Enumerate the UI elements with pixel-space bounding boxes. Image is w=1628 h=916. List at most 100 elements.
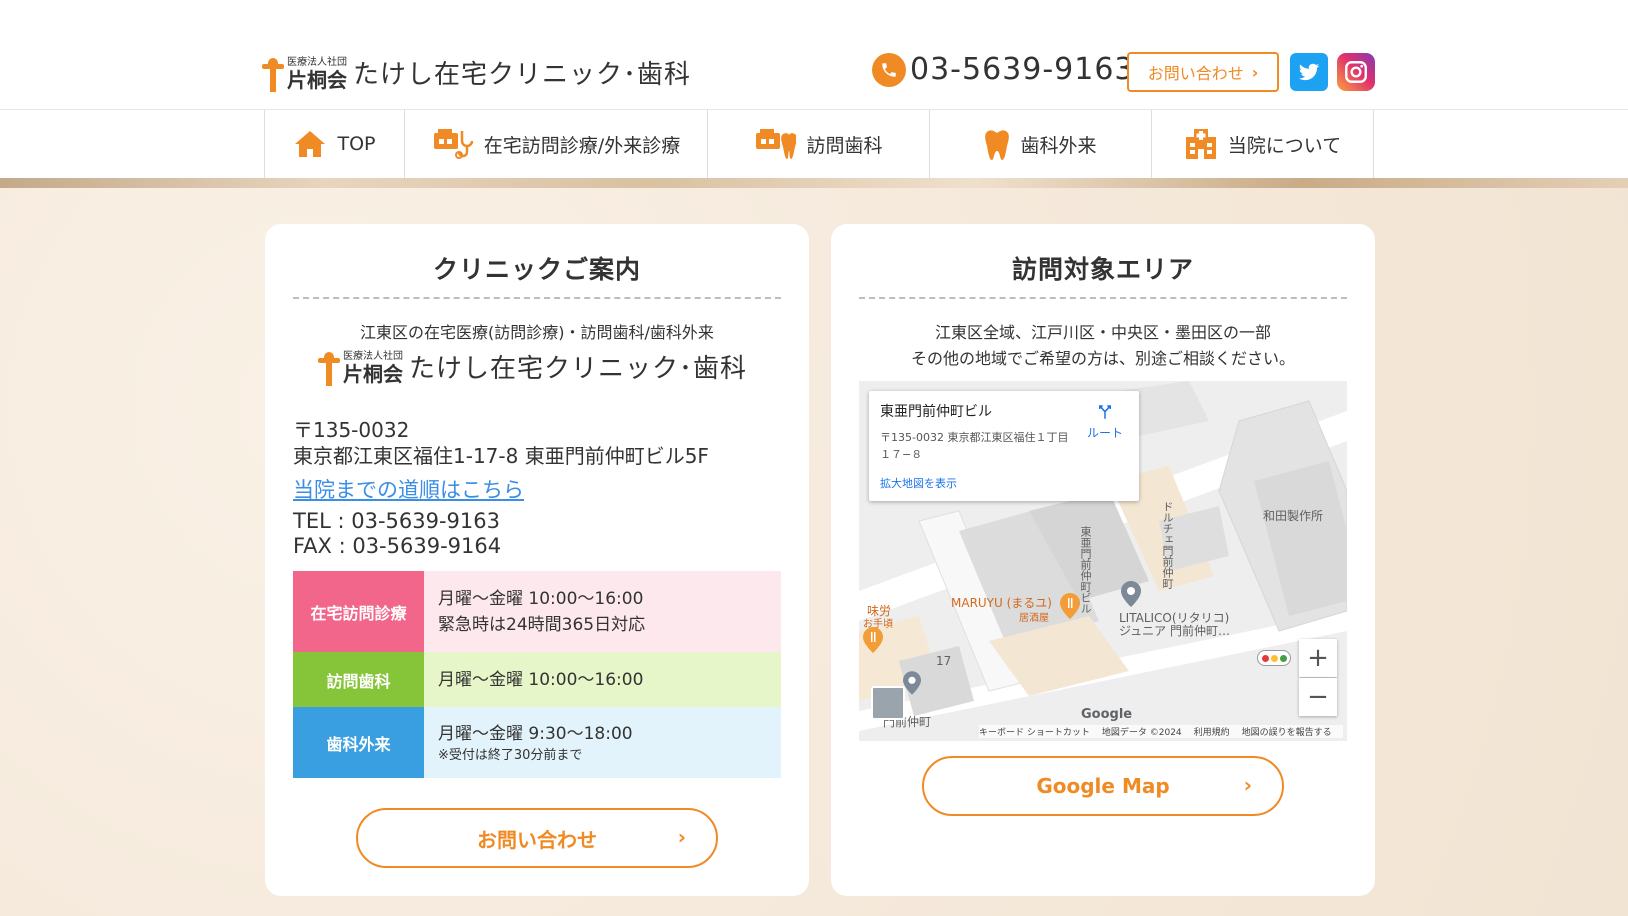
schedule-hours: 月曜～金曜 10:00～16:00 <box>438 669 644 690</box>
schedule-value: 月曜～金曜 9:30～18:00 ※受付は終了30分前まで <box>424 707 781 778</box>
map-label: 17 <box>936 654 952 668</box>
schedule-hours: 月曜～金曜 9:30～18:00 <box>438 723 633 744</box>
chevron-right-icon: › <box>1251 62 1259 82</box>
logo-corp-block: 医療法人社団 片桐会 <box>343 351 403 386</box>
map-zoom-in-button[interactable]: + <box>1299 639 1337 677</box>
address: 東京都江東区福住1-17-8 東亜門前仲町ビル5F <box>293 444 709 468</box>
schedule-row: 在宅訪問診療 月曜～金曜 10:00～16:00 緊急時は24時間365日対応 <box>293 571 781 652</box>
restaurant-pin-icon[interactable] <box>863 627 883 657</box>
phone-number: 03-5639-9163 <box>910 52 1135 87</box>
logo-mark-icon <box>318 352 340 386</box>
map-place-address: 〒135-0032 東京都江東区福住１丁目１７−８ <box>880 431 1069 461</box>
map-route-button[interactable]: ルート <box>1087 403 1123 441</box>
place-pin-icon[interactable] <box>1121 581 1141 611</box>
schedule-row: 歯科外来 月曜～金曜 9:30～18:00 ※受付は終了30分前まで <box>293 707 781 778</box>
area-line-2: その他の地域でご希望の方は、別途ご相談ください。 <box>910 349 1295 368</box>
contact-button[interactable]: お問い合わせ › <box>356 808 718 868</box>
logo-name-text: たけし在宅クリニック･歯科 <box>409 354 748 384</box>
map-footer: キーボード ショートカット 地図データ ©2024 利用規約 地図の誤りを報告す… <box>979 725 1343 738</box>
visit-area-card: 訪問対象エリア 江東区全域、江戸川区・中央区・墨田区の一部 その他の地域でご希望… <box>831 224 1375 896</box>
main-nav: TOP 在宅訪問診療/外来診療 訪問歯科 歯科外来 当院について <box>0 110 1628 178</box>
nav-item-top[interactable]: TOP <box>265 110 405 178</box>
logo-name-text: たけし在宅クリニック･歯科 <box>353 60 692 90</box>
hero-image-strip <box>0 178 1628 188</box>
chevron-right-icon: › <box>1243 773 1252 797</box>
tooth-icon <box>984 127 1010 161</box>
twitter-icon[interactable] <box>1290 53 1328 91</box>
google-map-embed[interactable]: 東亜門前仲町ビル 〒135-0032 東京都江東区福住１丁目１７−８ 拡大地図を… <box>859 381 1347 741</box>
schedule-note: ※受付は終了30分前まで <box>438 747 583 763</box>
contact-button-label: お問い合わせ <box>1147 64 1244 83</box>
place-pin-icon[interactable] <box>903 671 921 699</box>
schedule-hours: 月曜～金曜 10:00～16:00 <box>438 588 644 609</box>
site-header: 医療法人社団 片桐会 たけし在宅クリニック･歯科 03-5639-9163 お問… <box>0 0 1628 110</box>
google-map-button-label: Google Map <box>1036 774 1170 798</box>
schedule-value: 月曜～金曜 10:00～16:00 緊急時は24時間365日対応 <box>424 571 781 652</box>
instagram-icon[interactable] <box>1337 53 1375 91</box>
nav-item-label: 在宅訪問診療/外来診療 <box>483 134 681 157</box>
chevron-right-icon: › <box>677 825 686 849</box>
map-label: ドルチェ門前仲町 <box>1161 501 1174 589</box>
home-icon <box>293 129 327 159</box>
map-enlarge-link[interactable]: 拡大地図を表示 <box>880 475 957 491</box>
google-logo: Google <box>1081 707 1133 722</box>
postal-code: 〒135-0032 <box>293 418 410 442</box>
schedule-row: 訪問歯科 月曜～金曜 10:00～16:00 <box>293 652 781 707</box>
map-footer-terms[interactable]: 利用規約 <box>1194 725 1230 738</box>
map-label: ジュニア 門前仲町… <box>1119 624 1230 638</box>
nav-item-dental-visit[interactable]: 訪問歯科 <box>708 110 930 178</box>
map-place-card: 東亜門前仲町ビル 〒135-0032 東京都江東区福住１丁目１７−８ 拡大地図を… <box>869 391 1139 501</box>
map-footer-report[interactable]: 地図の誤りを報告する <box>1242 725 1332 738</box>
restaurant-pin-icon[interactable] <box>1060 593 1080 623</box>
schedule-label: 歯科外来 <box>293 707 424 778</box>
logo-kata-text: 片桐会 <box>343 362 403 386</box>
tel-number: TEL : 03-5639-9163 <box>293 509 500 533</box>
logo-mark-icon <box>262 58 284 92</box>
clinic-info-card: クリニックご案内 江東区の在宅医療(訪問診療)・訪問歯科/歯科外来 医療法人社団… <box>265 224 809 896</box>
map-footer-shortcut[interactable]: キーボード ショートカット <box>979 725 1090 738</box>
nav-item-dental-clinic[interactable]: 歯科外来 <box>930 110 1152 178</box>
traffic-layer-icon[interactable] <box>1257 650 1291 666</box>
area-card-title: 訪問対象エリア <box>1011 255 1194 284</box>
clinic-logo: 医療法人社団 片桐会 たけし在宅クリニック･歯科 <box>318 351 747 386</box>
directions-icon <box>1087 403 1123 424</box>
nav-item-about[interactable]: 当院について <box>1152 110 1374 178</box>
hospital-icon <box>1184 127 1218 161</box>
route-link[interactable]: 当院までの道順はこちら <box>293 474 524 504</box>
clinic-subtitle: 江東区の在宅医療(訪問診療)・訪問歯科/歯科外来 <box>360 323 714 342</box>
map-label: 和田製作所 <box>1263 509 1324 523</box>
schedule-table: 在宅訪問診療 月曜～金曜 10:00～16:00 緊急時は24時間365日対応 … <box>293 571 781 778</box>
divider <box>293 297 781 299</box>
schedule-note: 緊急時は24時間365日対応 <box>438 614 646 635</box>
map-label: 居酒屋 <box>1019 613 1049 624</box>
clinic-card-title: クリニックご案内 <box>432 255 641 284</box>
street-view-thumbnail[interactable] <box>871 686 905 720</box>
page-background <box>0 188 1628 916</box>
nav-item-home-visit[interactable]: 在宅訪問診療/外来診療 <box>405 110 708 178</box>
logo-kata-text: 片桐会 <box>287 68 347 92</box>
logo-corp-block: 医療法人社団 片桐会 <box>287 57 347 92</box>
map-footer-data: 地図データ ©2024 <box>1101 728 1182 738</box>
area-line-1: 江東区全域、江戸川区・中央区・墨田区の一部 <box>934 323 1271 342</box>
schedule-value: 月曜～金曜 10:00～16:00 <box>424 652 781 707</box>
fax-number: FAX : 03-5639-9164 <box>293 534 502 558</box>
nav-item-label: 訪問歯科 <box>806 134 883 157</box>
site-logo[interactable]: 医療法人社団 片桐会 たけし在宅クリニック･歯科 <box>262 52 691 92</box>
home-visit-icon <box>432 127 474 161</box>
nav-item-label: TOP <box>337 133 376 155</box>
header-phone[interactable]: 03-5639-9163 <box>872 52 1135 87</box>
contact-button-label: お問い合わせ <box>477 827 597 852</box>
map-route-label: ルート <box>1086 426 1123 440</box>
divider <box>859 297 1347 299</box>
map-zoom-out-button[interactable]: − <box>1299 678 1337 716</box>
phone-icon <box>872 52 906 87</box>
logo-corp-text: 医療法人社団 <box>343 351 403 362</box>
header-contact-button[interactable]: お問い合わせ › <box>1127 52 1279 92</box>
schedule-label: 訪問歯科 <box>293 652 424 707</box>
schedule-label: 在宅訪問診療 <box>293 571 424 652</box>
dental-visit-icon <box>754 127 797 161</box>
nav-item-label: 当院について <box>1227 134 1342 157</box>
logo-corp-text: 医療法人社団 <box>287 57 347 68</box>
nav-item-label: 歯科外来 <box>1020 134 1097 157</box>
google-map-button[interactable]: Google Map › <box>922 756 1284 816</box>
